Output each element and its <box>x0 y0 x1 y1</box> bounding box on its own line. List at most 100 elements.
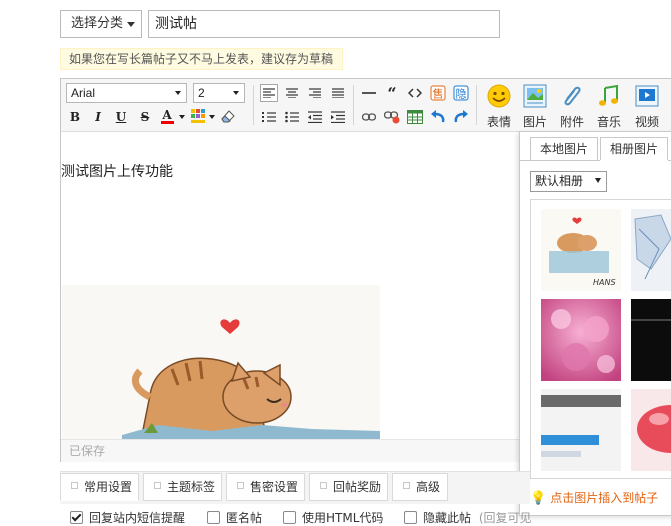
strikethrough-button[interactable]: S <box>136 108 154 126</box>
attachment-label: 附件 <box>559 115 584 129</box>
option-anonymous[interactable]: 匿名帖 <box>207 509 262 526</box>
outdent-icon <box>308 111 322 123</box>
underline-button[interactable]: U <box>112 108 130 126</box>
font-size-value: 2 <box>198 86 205 100</box>
option-label: 使用HTML代码 <box>302 511 384 525</box>
checkbox-reply-notify[interactable] <box>70 511 83 524</box>
album-thumbnail-grid: HANS <box>530 199 671 479</box>
outdent-button[interactable] <box>306 108 324 126</box>
autosave-status: 已保存 <box>61 439 521 462</box>
tab-reply-reward[interactable]: 回帖奖励 <box>309 473 388 501</box>
draft-tip-text: 如果您在写长篇帖子又不马上发表，建议存为草稿 <box>69 52 334 66</box>
tab-album-image[interactable]: 相册图片 <box>600 137 668 161</box>
link-button[interactable] <box>360 108 378 126</box>
music-button[interactable]: 音乐 <box>592 84 626 130</box>
category-select[interactable]: 选择分类 <box>60 10 142 38</box>
ordered-list-icon <box>262 112 276 122</box>
album-thumbnail[interactable] <box>541 389 621 471</box>
chevron-down-icon <box>127 22 135 27</box>
chevron-down-icon <box>595 178 601 183</box>
undo-button[interactable] <box>429 108 447 126</box>
code-icon <box>408 88 422 98</box>
album-thumbnail[interactable] <box>541 299 621 381</box>
tab-local-image[interactable]: 本地图片 <box>530 137 598 161</box>
align-left-button[interactable] <box>260 84 278 102</box>
hidden-content-icon: 隐 <box>453 85 469 101</box>
autosave-status-text: 已保存 <box>69 444 106 458</box>
italic-button[interactable]: I <box>89 108 107 126</box>
sale-content-button[interactable]: 售 <box>429 84 447 102</box>
tab-topic-tags[interactable]: 主题标签 <box>143 473 222 501</box>
align-justify-button[interactable] <box>329 84 347 102</box>
tab-advanced[interactable]: 高级 <box>392 473 448 501</box>
italic-icon: I <box>95 110 101 124</box>
font-family-select[interactable]: Arial <box>66 83 187 103</box>
option-use-html[interactable]: 使用HTML代码 <box>283 509 383 526</box>
checkbox-hide-post[interactable] <box>404 511 417 524</box>
album-select[interactable]: 默认相册 <box>530 171 607 192</box>
font-family-value: Arial <box>71 86 96 100</box>
toolbar-divider <box>353 85 354 125</box>
inserted-cat-image[interactable] <box>62 285 380 439</box>
insert-image-tip: 💡 点击图片插入到帖子 <box>530 489 658 506</box>
video-button[interactable]: 视频 <box>630 84 664 130</box>
tab-album-image-label: 相册图片 <box>609 142 658 156</box>
album-thumbnail[interactable] <box>631 209 671 291</box>
align-right-button[interactable] <box>306 84 324 102</box>
draft-tip: 如果您在写长篇帖子又不马上发表，建议存为草稿 <box>60 48 343 70</box>
title-input-value: 测试帖 <box>155 16 197 32</box>
quote-button[interactable]: “ <box>383 84 401 103</box>
image-button[interactable]: 图片 <box>518 84 552 130</box>
smiley-icon <box>487 84 511 108</box>
background-color-icon[interactable] <box>190 108 206 124</box>
tab-bullet-icon <box>154 482 161 489</box>
font-size-select[interactable]: 2 <box>193 83 245 103</box>
align-left-icon <box>263 88 275 98</box>
attachment-button[interactable]: 附件 <box>555 84 589 130</box>
chevron-down-icon[interactable] <box>179 115 185 119</box>
tab-label: 售密设置 <box>250 480 299 494</box>
table-button[interactable] <box>406 108 424 126</box>
bold-button[interactable]: B <box>66 108 84 126</box>
table-icon <box>407 110 423 124</box>
option-reply-notify[interactable]: 回复站内短信提醒 <box>70 509 185 526</box>
lightbulb-icon: 💡 <box>530 491 547 506</box>
indent-button[interactable] <box>329 108 347 126</box>
tab-sale-settings[interactable]: 售密设置 <box>226 473 305 501</box>
image-label: 图片 <box>522 115 547 129</box>
image-icon <box>523 84 547 108</box>
emoticon-button[interactable]: 表情 <box>482 84 516 130</box>
active-tab-gap <box>600 160 668 161</box>
editor-content-text[interactable]: 测试图片上传功能 <box>61 161 173 181</box>
tab-common-settings[interactable]: 常用设置 <box>60 473 139 501</box>
album-thumbnail[interactable] <box>631 389 671 471</box>
horizontal-rule-icon <box>362 92 376 94</box>
music-note-icon <box>599 84 618 106</box>
align-center-button[interactable] <box>283 84 301 102</box>
tab-bullet-icon <box>320 482 327 489</box>
font-color-button[interactable]: A <box>158 107 176 125</box>
chevron-down-icon[interactable] <box>209 115 215 119</box>
checkbox-anonymous[interactable] <box>207 511 220 524</box>
hidden-content-button[interactable]: 隐 <box>452 84 470 102</box>
option-hide-post[interactable]: 隐藏此帖 (回复可见 <box>404 509 532 526</box>
unlink-button[interactable] <box>383 108 401 126</box>
chevron-down-icon <box>233 91 239 95</box>
paperclip-icon <box>564 86 581 106</box>
title-input[interactable]: 测试帖 <box>148 10 500 38</box>
code-button[interactable] <box>406 84 424 102</box>
tab-label: 回帖奖励 <box>333 480 382 494</box>
horizontal-rule-button[interactable] <box>360 84 378 102</box>
ordered-list-button[interactable] <box>260 108 278 126</box>
insert-image-tip-text: 点击图片插入到帖子 <box>550 491 659 505</box>
video-label: 视频 <box>634 115 659 129</box>
bullet-list-button[interactable] <box>283 108 301 126</box>
redo-icon <box>454 110 468 123</box>
eraser-icon[interactable] <box>219 108 237 124</box>
option-label: 匿名帖 <box>226 511 263 525</box>
album-thumbnail[interactable]: HANS <box>541 209 621 291</box>
redo-button[interactable] <box>452 108 470 126</box>
album-thumbnail[interactable] <box>631 299 671 381</box>
checkbox-use-html[interactable] <box>283 511 296 524</box>
bullet-list-icon <box>285 111 299 123</box>
